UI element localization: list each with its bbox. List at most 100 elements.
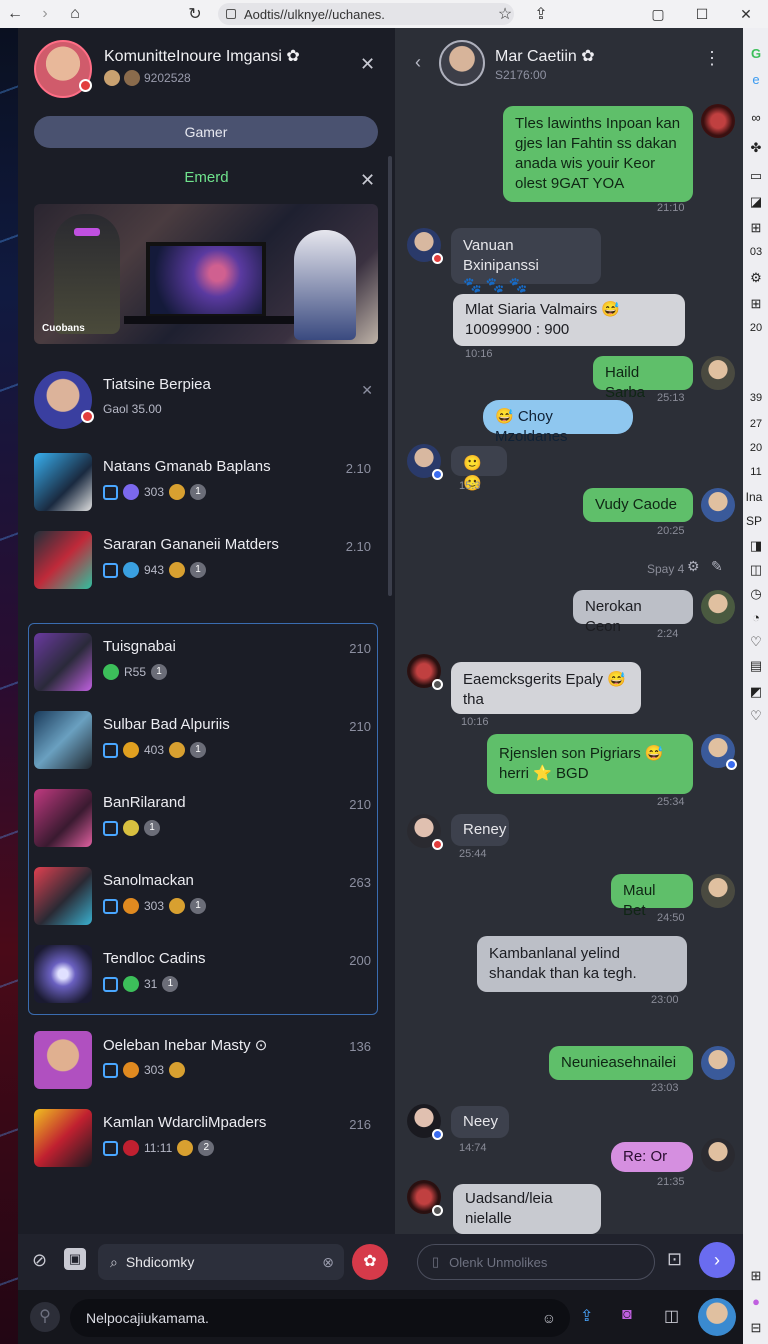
app-icon[interactable]: ▭ — [747, 168, 765, 184]
app-icon[interactable]: ◪ — [747, 194, 765, 210]
message-bubble-in[interactable]: Vanuan Bxinipanssi 🐾 🐾 🐾 — [451, 228, 601, 294]
message-bubble-highlight[interactable]: 😅 Choy Mzoldanes — [483, 400, 633, 445]
back-icon[interactable]: ← — [0, 5, 30, 23]
section-close-icon[interactable]: ✕ — [360, 170, 375, 191]
message-input[interactable]: ▯ Olenk Unmolikes — [417, 1244, 655, 1280]
reaction-bubble[interactable]: 🙂🙂 — [451, 446, 507, 492]
app-icon[interactable]: ♡ — [747, 708, 765, 724]
send-button[interactable]: › — [699, 1242, 735, 1278]
message-bubble-out[interactable]: Neunieasehnailei — [549, 1046, 693, 1080]
app-icon[interactable]: ◫ — [747, 562, 765, 578]
app-icon[interactable]: e — [747, 72, 765, 87]
message-bubble-in[interactable]: Mlat Siaria Valmairs 😅 10099900 : 900 — [453, 294, 685, 346]
app-icon[interactable]: ▤ — [747, 658, 765, 674]
app-icon[interactable]: ◔ — [747, 610, 765, 625]
lock-icon — [226, 9, 236, 19]
app-icon[interactable]: ● — [747, 1294, 765, 1309]
user-avatar[interactable] — [698, 1298, 736, 1336]
list-item[interactable]: Tiatsine Berpiea Gaol 35.00 ✕ — [18, 364, 395, 442]
gear-icon[interactable]: ⚙ — [747, 270, 765, 286]
glasses-icon[interactable]: ∞ — [747, 110, 765, 125]
message-bubble-out[interactable]: Vudy Caode — [583, 488, 693, 522]
gear-icon[interactable]: ⚙ — [687, 558, 700, 575]
contact-avatar[interactable] — [439, 40, 485, 86]
message-bubble-out[interactable]: Maul Bet — [611, 874, 693, 919]
avatar — [34, 1109, 92, 1167]
community-avatar[interactable] — [34, 40, 92, 98]
extensions-icon[interactable]: ⇪ — [526, 4, 556, 24]
image-icon[interactable]: ▣ — [64, 1248, 86, 1270]
dismiss-icon[interactable]: ✕ — [361, 382, 373, 399]
app-icon[interactable]: ✤ — [747, 140, 765, 156]
browser-toolbar: ← › ⌂ ↻ Aodtis//ulknye//uchanes. ☆ ⇪ ▢ ☐… — [0, 0, 768, 28]
search-input[interactable]: ⌕ Shdicomky ⊗ — [98, 1244, 344, 1280]
emoji-icon — [123, 820, 139, 836]
bookmark-icon[interactable]: ☆ — [490, 4, 520, 24]
camera-icon[interactable]: ⊡ — [667, 1249, 682, 1270]
list-item[interactable]: Oeleban Inebar Masty ⊙ 303 136 — [18, 1024, 395, 1102]
chat-icon — [103, 742, 118, 758]
list-item[interactable]: Sararan Gananeii Matders 943 1 2.10 — [18, 524, 395, 602]
message-bubble-out[interactable]: Haild Sarba — [593, 356, 693, 401]
app-icon[interactable]: ♡ — [747, 634, 765, 650]
emoji-icon — [123, 742, 139, 758]
minimize-icon[interactable]: ▢ — [636, 0, 680, 28]
address-bar[interactable]: Aodtis//ulknye//uchanes. — [218, 3, 514, 25]
camera-icon[interactable]: ◙ — [622, 1306, 632, 1324]
list-item[interactable]: BanRilarand 1 210 — [18, 782, 395, 860]
message-bubble-out[interactable]: Tles lawinths Inpoan kan gjes lan Fahtin… — [503, 106, 693, 202]
forward-icon[interactable]: › — [30, 5, 60, 23]
home-icon[interactable]: ⌂ — [60, 5, 90, 23]
emoji-icon[interactable]: ☺ — [542, 1310, 556, 1326]
message-time: 14:74 — [459, 1142, 487, 1154]
app-icon[interactable]: ⊞ — [747, 296, 765, 312]
message-bubble-in[interactable]: Reney — [451, 814, 509, 846]
list-item[interactable]: Tuisgnabai R55 1 210 — [18, 626, 395, 704]
sticker-icon[interactable]: ◫ — [664, 1306, 679, 1326]
app-icon[interactable]: ◨ — [747, 538, 765, 554]
attach-icon[interactable]: ⊘ — [32, 1250, 47, 1271]
app-icon[interactable]: ◩ — [747, 684, 765, 700]
more-options-icon[interactable]: ⋮ — [703, 48, 721, 69]
avatar — [34, 867, 92, 925]
message-bubble-reply[interactable]: Re: Or — [611, 1142, 693, 1172]
app-icon[interactable]: ◷ — [747, 586, 765, 602]
app-icon[interactable]: ⊞ — [747, 220, 765, 236]
app-icon[interactable]: G — [747, 46, 765, 61]
list-item[interactable]: Sulbar Bad Alpuriis 403 1 210 — [18, 704, 395, 782]
app-icon[interactable]: ⊞ — [747, 1268, 765, 1284]
window-close-icon[interactable]: ✕ — [724, 0, 768, 28]
list-item[interactable]: Tendloc Cadins 31 1 200 — [18, 938, 395, 1016]
message-bubble-out[interactable]: Rjenslen son Pigriars 😅 herri ⭐ BGD — [487, 734, 693, 794]
avatar — [34, 371, 94, 429]
mic-icon[interactable]: ⚲ — [30, 1302, 60, 1332]
close-icon[interactable]: ✕ — [360, 54, 375, 75]
count-badge: 1 — [190, 562, 207, 578]
message-bubble-in[interactable]: Neey — [451, 1106, 509, 1138]
message-bubble-in[interactable]: Uadsand/leia nielalle — [453, 1184, 601, 1234]
gamer-tab-button[interactable]: Gamer — [34, 116, 378, 148]
list-item[interactable]: Natans Gmanab Baplans 303 1 2.10 — [18, 446, 395, 524]
global-input[interactable]: Nelpocajiukamama. ☺ — [70, 1299, 570, 1337]
list-item[interactable]: Sanolmackan 303 1 263 — [18, 860, 395, 938]
message-bubble[interactable]: Nerokan Ceon — [573, 590, 693, 635]
item-time: 210 — [349, 641, 371, 656]
maximize-icon[interactable]: ☐ — [680, 0, 724, 28]
item-name: Oeleban Inebar Masty ⊙ — [103, 1037, 268, 1054]
chat-icon — [103, 820, 118, 836]
edit-icon[interactable]: ✎ — [711, 558, 723, 575]
chat-icon — [103, 1062, 118, 1078]
filter-icon[interactable]: ⊗ — [322, 1254, 334, 1271]
message-bubble-in[interactable]: Eaemcksgerits Epaly 😅 tha — [451, 662, 641, 714]
item-name: Sanolmackan — [103, 872, 194, 889]
message-time: 10:16 — [461, 716, 489, 728]
action-button[interactable]: ✿ — [352, 1244, 388, 1280]
chevron-left-icon[interactable]: ‹ — [415, 52, 421, 73]
message-bubble[interactable]: Kambanlanal yelind shandak than ka tegh. — [477, 936, 687, 992]
reload-icon[interactable]: ↻ — [180, 4, 210, 24]
featured-banner-image[interactable]: Cuobans — [34, 204, 378, 344]
list-item[interactable]: Kamlan WdarcliMpaders 11:11 2 216 — [18, 1102, 395, 1180]
item-name: Tendloc Cadins — [103, 950, 206, 967]
upload-icon[interactable]: ⇪ — [580, 1306, 593, 1326]
app-icon[interactable]: ⊟ — [747, 1320, 765, 1336]
